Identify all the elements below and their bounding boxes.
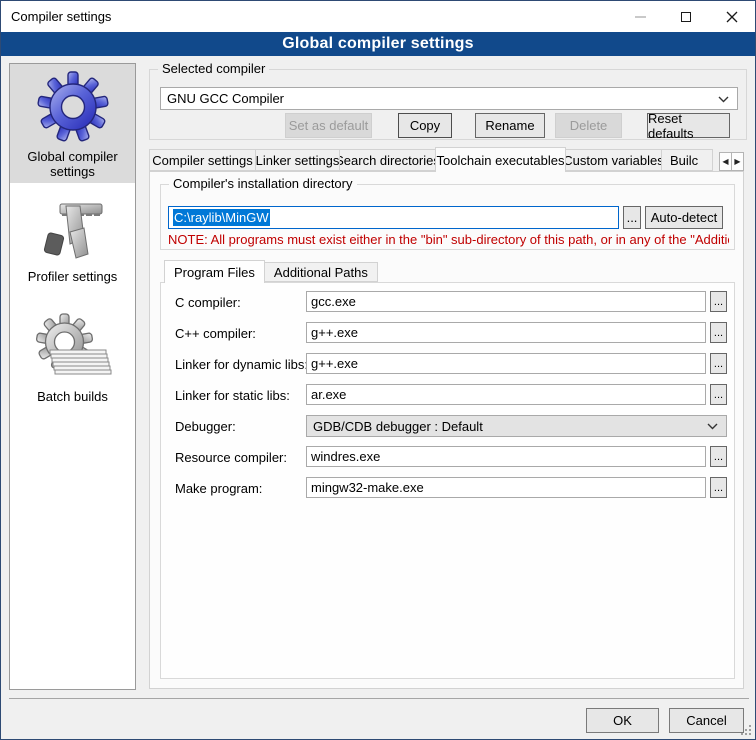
tab-scroll-right-button[interactable]: ▶ — [731, 152, 744, 171]
window-controls — [617, 1, 755, 32]
tab-custom-variables[interactable]: Custom variables — [565, 149, 662, 171]
resource-compiler-input[interactable]: windres.exe — [306, 446, 706, 467]
tab-search-directories[interactable]: Search directories — [339, 149, 436, 171]
blue-gear-icon — [37, 70, 109, 147]
dynamic-linker-label: Linker for dynamic libs: — [175, 357, 308, 372]
maximize-button[interactable] — [663, 1, 709, 32]
dynamic-linker-value: g++.exe — [311, 356, 358, 371]
tab-compiler-settings[interactable]: Compiler settings — [149, 149, 256, 171]
installation-directory-browse-button[interactable]: ... — [623, 206, 641, 229]
minimize-button — [617, 1, 663, 32]
make-program-input[interactable]: mingw32-make.exe — [306, 477, 706, 498]
chevron-down-icon — [718, 96, 729, 103]
sidebar-item-global-compiler-settings[interactable]: Global compiler settings — [10, 64, 135, 183]
make-program-label: Make program: — [175, 481, 262, 496]
c-compiler-value: gcc.exe — [311, 294, 356, 309]
resize-grip[interactable] — [741, 725, 752, 736]
program-files-tab-bar: Program Files Additional Paths — [164, 260, 377, 282]
close-button[interactable] — [709, 1, 755, 32]
cancel-button[interactable]: Cancel — [669, 708, 744, 733]
resource-compiler-label: Resource compiler: — [175, 450, 287, 465]
debugger-select-value: GDB/CDB debugger : Default — [313, 419, 483, 434]
c-compiler-browse-button[interactable]: ... — [710, 291, 727, 312]
bin-subdirectory-note: NOTE: All programs must exist either in … — [168, 232, 729, 247]
title-bar: Compiler settings — [1, 1, 755, 32]
auto-detect-button[interactable]: Auto-detect — [645, 206, 723, 229]
dynamic-linker-input[interactable]: g++.exe — [306, 353, 706, 374]
sidebar-item-label: Profiler settings — [22, 267, 124, 290]
debugger-label: Debugger: — [175, 419, 236, 434]
dynamic-linker-browse-button[interactable]: ... — [710, 353, 727, 374]
installation-directory-group-title: Compiler's installation directory — [169, 176, 357, 191]
minimize-icon — [635, 16, 646, 18]
subtab-program-files[interactable]: Program Files — [164, 260, 265, 283]
make-program-value: mingw32-make.exe — [311, 480, 424, 495]
cpp-compiler-value: g++.exe — [311, 325, 358, 340]
c-compiler-label: C compiler: — [175, 295, 241, 310]
settings-tab-bar: Compiler settings Linker settings Search… — [149, 147, 744, 171]
make-program-browse-button[interactable]: ... — [710, 477, 727, 498]
selected-compiler-group-title: Selected compiler — [158, 61, 269, 76]
resource-compiler-value: windres.exe — [311, 449, 380, 464]
sidebar-item-label: Global compiler settings — [10, 147, 135, 185]
resource-compiler-browse-button[interactable]: ... — [710, 446, 727, 467]
reset-defaults-button[interactable]: Reset defaults — [647, 113, 730, 138]
compiler-settings-dialog: Compiler settings Global compiler settin… — [0, 0, 756, 740]
close-icon — [726, 11, 738, 23]
static-linker-label: Linker for static libs: — [175, 388, 290, 403]
cpp-compiler-browse-button[interactable]: ... — [710, 322, 727, 343]
program-files-page: C compiler: gcc.exe ... C++ compiler: g+… — [160, 282, 735, 679]
selected-compiler-group: Selected compiler GNU GCC Compiler Set a… — [149, 69, 747, 140]
maximize-icon — [681, 12, 691, 22]
window-title: Compiler settings — [1, 9, 111, 24]
subtab-additional-paths[interactable]: Additional Paths — [264, 262, 378, 282]
static-linker-value: ar.exe — [311, 387, 346, 402]
installation-directory-group: Compiler's installation directory C:\ray… — [160, 184, 735, 250]
sidebar-item-batch-builds[interactable]: Batch builds — [10, 306, 135, 418]
compiler-select[interactable]: GNU GCC Compiler — [160, 87, 738, 110]
set-as-default-button: Set as default — [285, 113, 372, 138]
static-linker-browse-button[interactable]: ... — [710, 384, 727, 405]
sidebar-item-label: Batch builds — [31, 387, 114, 410]
dialog-header: Global compiler settings — [1, 32, 755, 56]
static-linker-input[interactable]: ar.exe — [306, 384, 706, 405]
tab-toolchain-executables[interactable]: Toolchain executables — [435, 147, 566, 172]
sidebar-item-profiler-settings[interactable]: Profiler settings — [10, 192, 135, 298]
compiler-select-value: GNU GCC Compiler — [167, 91, 284, 106]
copy-button[interactable]: Copy — [398, 113, 452, 138]
delete-button: Delete — [555, 113, 622, 138]
cpp-compiler-label: C++ compiler: — [175, 326, 256, 341]
tab-scroll-arrows: ◀ ▶ — [720, 152, 744, 171]
arrow-left-icon: ◀ — [722, 157, 728, 166]
footer-divider — [9, 698, 749, 699]
arrow-right-icon: ▶ — [734, 157, 740, 166]
tab-build-options-clipped[interactable]: Builc — [661, 149, 713, 171]
installation-directory-input[interactable]: C:\raylib\MinGW — [168, 206, 619, 229]
installation-directory-value: C:\raylib\MinGW — [173, 209, 270, 226]
chevron-down-icon — [707, 423, 718, 430]
rename-button[interactable]: Rename — [475, 113, 545, 138]
toolchain-executables-page: Compiler's installation directory C:\ray… — [149, 171, 744, 689]
gear-stack-icon — [34, 312, 112, 387]
debugger-select[interactable]: GDB/CDB debugger : Default — [306, 415, 727, 437]
cpp-compiler-input[interactable]: g++.exe — [306, 322, 706, 343]
c-compiler-input[interactable]: gcc.exe — [306, 291, 706, 312]
ok-button[interactable]: OK — [586, 708, 659, 733]
dialog-header-title: Global compiler settings — [282, 35, 474, 53]
caliper-icon — [40, 198, 106, 267]
settings-category-sidebar: Global compiler settings Profiler — [9, 63, 136, 690]
tab-linker-settings[interactable]: Linker settings — [255, 149, 340, 171]
